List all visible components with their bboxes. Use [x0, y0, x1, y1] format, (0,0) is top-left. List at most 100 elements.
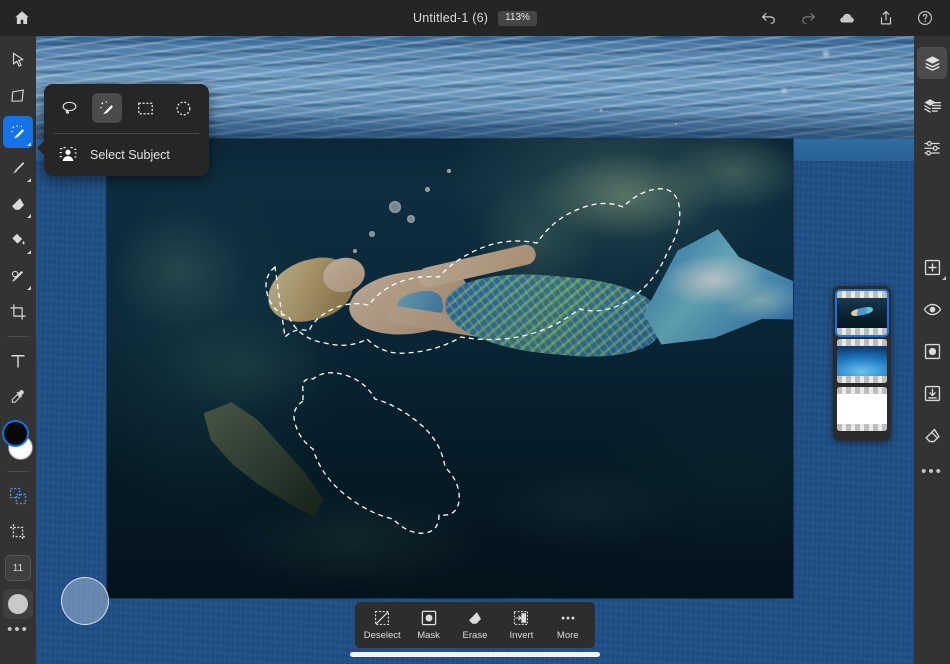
eyedropper-icon — [11, 390, 24, 403]
brush-size-input[interactable]: 11 — [5, 555, 31, 581]
right-toolbar: ••• — [914, 36, 950, 664]
add-layer-button[interactable] — [917, 251, 947, 283]
eraser-tool[interactable] — [3, 188, 33, 220]
mask-button[interactable]: Mask — [406, 609, 452, 641]
document-title: Untitled-1 (6) — [413, 11, 489, 25]
foreground-color-swatch[interactable] — [2, 420, 29, 447]
film-strip-bottom — [837, 328, 887, 335]
submenu-indicator — [27, 142, 31, 146]
erase-button[interactable]: Erase — [452, 609, 498, 641]
film-strip-top — [837, 387, 887, 394]
film-strip-top — [837, 291, 887, 298]
brush-icon — [13, 162, 25, 174]
mask-label: Mask — [417, 630, 440, 641]
merge-down-icon — [924, 385, 940, 401]
redo-icon[interactable] — [799, 9, 817, 27]
toolbar-divider-2 — [7, 471, 29, 472]
home-button[interactable] — [0, 9, 44, 27]
rect-marquee-icon — [138, 102, 154, 114]
adjustments-button[interactable] — [917, 131, 947, 163]
share-icon[interactable] — [877, 9, 895, 27]
toolbar-divider — [7, 336, 29, 337]
zoom-level-badge[interactable]: 113% — [498, 10, 537, 26]
submenu-indicator — [27, 286, 31, 290]
cloud-icon[interactable] — [838, 9, 856, 27]
mask-icon — [421, 610, 436, 626]
quick-select-tool[interactable] — [3, 116, 33, 148]
quick-select-icon — [100, 100, 113, 114]
layer-visibility-button[interactable] — [917, 293, 947, 325]
layers-panel — [833, 286, 891, 441]
film-strip-top — [837, 339, 887, 346]
canvas-color-scrim — [107, 139, 793, 598]
layers-panel-button[interactable] — [917, 47, 947, 79]
tool-options-popup: Select Subject — [37, 84, 209, 176]
rectangular-marquee-option[interactable] — [131, 93, 161, 123]
quick-select-option[interactable] — [92, 93, 123, 123]
elliptical-marquee-option[interactable] — [169, 93, 199, 123]
eyedropper-tool[interactable] — [3, 381, 33, 413]
clone-stamp-tool[interactable] — [3, 260, 33, 292]
fill-tool[interactable] — [3, 224, 33, 256]
color-swatches[interactable] — [1, 419, 35, 463]
home-icon — [15, 11, 29, 24]
text-t-icon — [11, 355, 25, 368]
home-indicator[interactable] — [350, 652, 600, 657]
film-strip-bottom — [837, 424, 887, 431]
merge-down-button[interactable] — [917, 377, 947, 409]
deselect-icon — [375, 610, 390, 626]
invert-icon — [514, 610, 529, 626]
layer-thumbnail-water[interactable] — [837, 339, 887, 383]
layer-properties-button[interactable] — [917, 89, 947, 121]
submenu-indicator — [27, 250, 31, 254]
eraser-icon — [12, 198, 24, 210]
layer-thumb-image — [837, 394, 887, 424]
eraser-icon — [468, 612, 481, 624]
move-tool[interactable] — [3, 44, 33, 76]
crop-tool[interactable] — [3, 296, 33, 328]
mask-icon — [924, 343, 940, 359]
dashed-box-move-icon — [9, 487, 27, 505]
clear-layer-icon — [924, 428, 940, 442]
quick-select-icon — [10, 124, 24, 138]
crop-icon — [10, 304, 26, 320]
add-layer-icon — [924, 259, 940, 275]
transform-tool[interactable] — [3, 80, 33, 112]
deselect-label: Deselect — [363, 630, 401, 641]
right-toolbar-more-button[interactable]: ••• — [921, 464, 943, 479]
type-tool[interactable] — [3, 345, 33, 377]
more-label: More — [556, 630, 579, 641]
undo-icon[interactable] — [760, 9, 778, 27]
select-transform-tool[interactable] — [3, 480, 33, 512]
top-bar: Untitled-1 (6) 113% — [0, 0, 950, 36]
more-dots-icon — [561, 616, 575, 620]
brush-preview-button[interactable] — [3, 589, 33, 619]
layer-mask-button[interactable] — [917, 335, 947, 367]
erase-label: Erase — [462, 630, 488, 641]
submenu-indicator — [27, 178, 31, 182]
invert-label: Invert — [509, 630, 534, 641]
transform-icon — [11, 89, 24, 102]
more-button[interactable]: More — [545, 609, 591, 641]
layer-thumbnail-mermaid[interactable] — [835, 289, 889, 337]
top-bar-actions — [760, 9, 950, 27]
dashed-crop-icon — [10, 524, 26, 540]
layers-icon — [924, 55, 940, 71]
layer-thumb-image — [837, 298, 887, 328]
help-icon[interactable] — [916, 9, 934, 27]
clear-layer-button[interactable] — [917, 419, 947, 451]
clone-stamp-icon — [11, 270, 24, 282]
layer-thumbnail-background[interactable] — [837, 387, 887, 431]
left-toolbar: 11 ••• — [0, 36, 36, 664]
cursor-arrow-icon — [12, 52, 24, 67]
left-toolbar-more-button[interactable]: ••• — [7, 622, 29, 637]
document-canvas[interactable] — [107, 139, 793, 598]
deselect-button[interactable]: Deselect — [359, 609, 405, 641]
invert-button[interactable]: Invert — [498, 609, 544, 641]
submenu-indicator — [27, 214, 31, 218]
brush-tool[interactable] — [3, 152, 33, 184]
lasso-icon — [62, 101, 77, 114]
selection-options-tool[interactable] — [3, 516, 33, 548]
lasso-select-option[interactable] — [54, 93, 84, 123]
select-subject-button[interactable]: Select Subject — [44, 134, 209, 176]
